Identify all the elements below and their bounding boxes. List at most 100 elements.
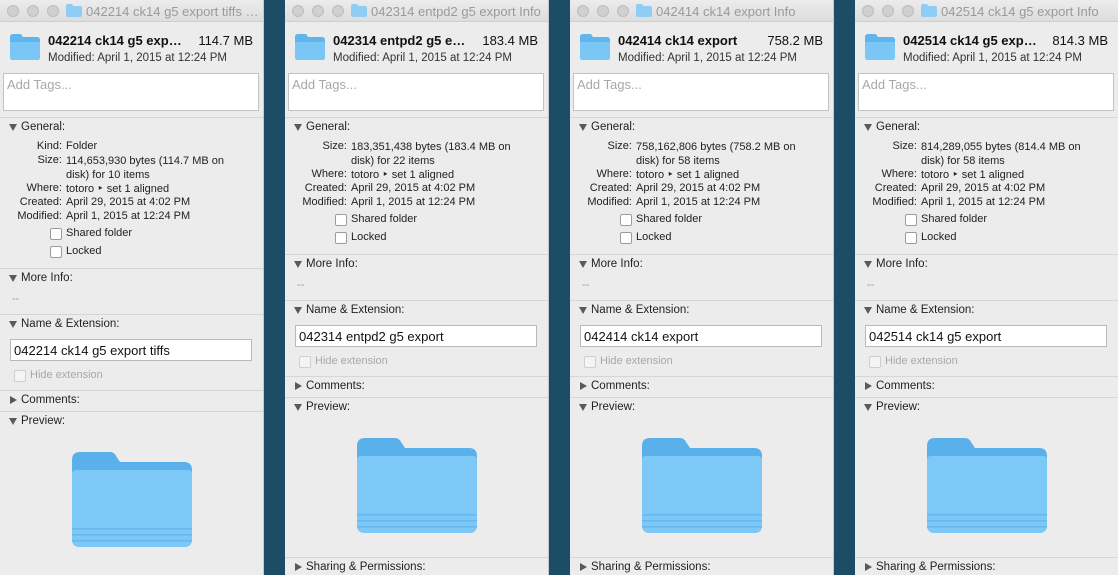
close-button[interactable] (577, 5, 589, 17)
tags-field[interactable]: Add Tags... (858, 73, 1114, 111)
disclosure-down-icon[interactable] (294, 404, 302, 411)
modified-value: April 1, 2015 at 12:24 PM (921, 196, 1046, 208)
modified-value: April 1, 2015 at 12:24 PM (636, 196, 761, 208)
modified-label: Modified: (587, 196, 632, 208)
disclosure-right-icon[interactable] (295, 563, 302, 571)
hide-extension-label: Hide extension (315, 355, 388, 367)
tags-field[interactable]: Add Tags... (3, 73, 259, 111)
hide-extension-checkbox[interactable] (869, 356, 881, 368)
hide-extension-label: Hide extension (30, 369, 103, 381)
title-bar[interactable]: 042214 ck14 g5 export tiffs Info (0, 0, 263, 22)
minimize-button[interactable] (882, 5, 894, 17)
disclosure-down-icon[interactable] (864, 261, 872, 268)
disclosure-down-icon[interactable] (9, 321, 17, 328)
item-name: 042514 ck14 g5 export (903, 33, 1039, 48)
disclosure-down-icon[interactable] (294, 307, 302, 314)
title-bar[interactable]: 042414 ck14 export Info (570, 0, 833, 22)
more-info-value: -- (12, 293, 20, 305)
filename-input[interactable] (11, 340, 251, 360)
disclosure-right-icon[interactable] (865, 563, 872, 571)
created-label: Created: (304, 182, 347, 194)
created-value: April 29, 2015 at 4:02 PM (66, 196, 191, 208)
filename-field[interactable] (580, 325, 822, 347)
section-label: Name & Extension: (21, 318, 120, 330)
folder-icon (295, 34, 325, 60)
disclosure-down-icon[interactable] (9, 275, 17, 282)
disclosure-down-icon[interactable] (864, 307, 872, 314)
zoom-button[interactable] (332, 5, 344, 17)
general-section: General: Size: 814,289,055 bytes (814.4 M… (855, 117, 1118, 253)
filename-field[interactable] (295, 325, 537, 347)
disclosure-down-icon[interactable] (579, 261, 587, 268)
locked-checkbox[interactable] (335, 232, 347, 244)
disclosure-down-icon[interactable] (294, 124, 302, 131)
minimize-button[interactable] (597, 5, 609, 17)
filename-input[interactable] (866, 326, 1106, 346)
section-label: Comments: (306, 380, 365, 392)
item-size: 183.4 MB (482, 33, 538, 48)
shared-folder-checkbox[interactable] (335, 214, 347, 226)
hide-extension-checkbox[interactable] (299, 356, 311, 368)
locked-label: Locked (66, 245, 102, 257)
where-label: Where: (311, 168, 347, 180)
where-value: totoro ‣ set 1 aligned (636, 169, 740, 181)
info-window-3: 042414 ck14 export Info 042414 ck14 expo… (570, 0, 834, 575)
locked-checkbox[interactable] (620, 232, 632, 244)
created-row: Created: April 29, 2015 at 4:02 PM (285, 182, 548, 196)
tags-field[interactable]: Add Tags... (288, 73, 544, 111)
comments-section: Comments: (285, 376, 548, 397)
where-row: Where: totoro ‣ set 1 aligned (855, 168, 1118, 182)
where-value: totoro ‣ set 1 aligned (921, 169, 1025, 181)
disclosure-down-icon[interactable] (579, 124, 587, 131)
disclosure-down-icon[interactable] (9, 124, 17, 131)
folder-icon (580, 34, 610, 60)
created-label: Created: (19, 196, 62, 208)
general-section: General: Kind: Folder Size: 114,653,930 by… (0, 117, 263, 267)
disclosure-down-icon[interactable] (579, 307, 587, 314)
disclosure-right-icon[interactable] (580, 563, 587, 571)
filename-input[interactable] (581, 326, 821, 346)
folder-icon (351, 4, 367, 17)
shared-folder-checkbox[interactable] (905, 214, 917, 226)
hide-extension-checkbox[interactable] (584, 356, 596, 368)
disclosure-down-icon[interactable] (864, 124, 872, 131)
shared-folder-checkbox[interactable] (50, 228, 62, 240)
tags-field[interactable]: Add Tags... (573, 73, 829, 111)
zoom-button[interactable] (617, 5, 629, 17)
disclosure-right-icon[interactable] (295, 382, 302, 390)
close-button[interactable] (292, 5, 304, 17)
disclosure-down-icon[interactable] (864, 404, 872, 411)
disclosure-down-icon[interactable] (9, 418, 17, 425)
shared-folder-checkbox[interactable] (620, 214, 632, 226)
locked-checkbox[interactable] (905, 232, 917, 244)
modified-label: Modified: (302, 196, 347, 208)
filename-input[interactable] (296, 326, 536, 346)
info-window-4: 042514 ck14 g5 export Info 042514 ck14 g… (855, 0, 1118, 575)
shared-folder-label: Shared folder (66, 227, 133, 239)
close-button[interactable] (862, 5, 874, 17)
filename-field[interactable] (865, 325, 1107, 347)
zoom-button[interactable] (47, 5, 59, 17)
hide-extension-checkbox[interactable] (14, 370, 26, 382)
disclosure-right-icon[interactable] (10, 396, 17, 404)
disclosure-right-icon[interactable] (580, 382, 587, 390)
where-row: Where: totoro ‣ set 1 aligned (570, 168, 833, 182)
title-bar[interactable]: 042314 entpd2 g5 export Info (285, 0, 548, 22)
shared-folder-label: Shared folder (636, 213, 703, 225)
locked-checkbox[interactable] (50, 246, 62, 258)
disclosure-down-icon[interactable] (294, 261, 302, 268)
size-row: Size: 758,162,806 bytes (758.2 MB on disk… (570, 140, 833, 167)
zoom-button[interactable] (902, 5, 914, 17)
disclosure-down-icon[interactable] (579, 404, 587, 411)
title-bar[interactable]: 042514 ck14 g5 export Info (855, 0, 1118, 22)
where-row: Where: totoro ‣ set 1 aligned (0, 182, 263, 196)
folder-icon (865, 34, 895, 60)
more-info-section: More Info: -- (855, 254, 1118, 300)
close-button[interactable] (7, 5, 19, 17)
section-label: Sharing & Permissions: (876, 561, 996, 573)
minimize-button[interactable] (312, 5, 324, 17)
kind-value: Folder (66, 140, 98, 152)
filename-field[interactable] (10, 339, 252, 361)
disclosure-right-icon[interactable] (865, 382, 872, 390)
minimize-button[interactable] (27, 5, 39, 17)
